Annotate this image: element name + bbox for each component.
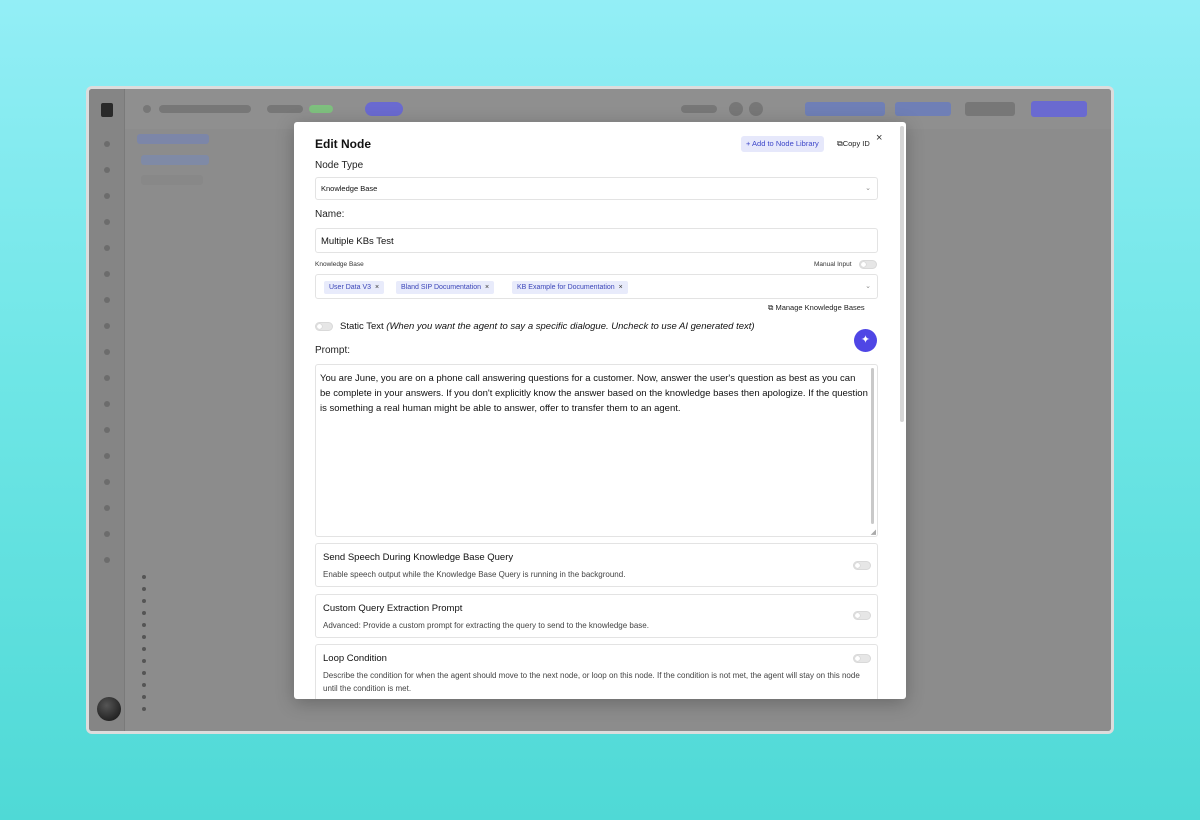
static-text-hint: (When you want the agent to say a specif… <box>386 321 755 332</box>
external-link-icon: ⧉ <box>768 303 774 312</box>
name-value: Multiple KBs Test <box>321 236 394 247</box>
custom-query-option: Custom Query Extraction Prompt Advanced:… <box>315 594 878 638</box>
name-input[interactable]: Multiple KBs Test <box>315 228 878 253</box>
option-title: Send Speech During Knowledge Base Query <box>323 552 514 563</box>
sidebar-icon[interactable] <box>104 505 110 511</box>
node-type-select[interactable]: Knowledge Base ⌄ <box>315 177 878 200</box>
modal-title: Edit Node <box>315 137 371 151</box>
kb-chip[interactable]: KB Example for Documentation × <box>512 281 628 294</box>
sidebar-icon[interactable] <box>104 297 110 303</box>
kb-chip-label: User Data V3 <box>329 284 372 291</box>
manage-knowledge-bases-label: Manage Knowledge Bases <box>775 303 865 312</box>
knowledge-base-label: Knowledge Base <box>315 261 364 268</box>
sidebar-icon[interactable] <box>104 323 110 329</box>
chevron-down-icon: ⌄ <box>865 185 871 192</box>
sidebar-icon[interactable] <box>104 427 110 433</box>
copy-id-button[interactable]: ⧉Copy ID <box>837 139 870 149</box>
loop-condition-option: Loop Condition Describe the condition fo… <box>315 644 878 699</box>
blurred-badge[interactable] <box>365 102 403 116</box>
remove-chip-icon[interactable]: × <box>375 284 379 291</box>
prompt-value: You are June, you are on a phone call an… <box>320 373 868 414</box>
prompt-label: Prompt: <box>315 345 351 356</box>
option-title: Custom Query Extraction Prompt <box>323 603 463 614</box>
blurred-icon-button[interactable] <box>749 102 763 116</box>
sidebar-icon[interactable] <box>104 245 110 251</box>
send-speech-toggle[interactable] <box>853 561 871 570</box>
modal-scrollbar[interactable] <box>900 126 904 422</box>
manage-knowledge-bases-link[interactable]: ⧉ Manage Knowledge Bases <box>768 303 865 313</box>
resize-handle-icon[interactable]: ◢ <box>871 528 876 536</box>
remove-chip-icon[interactable]: × <box>485 284 489 291</box>
manual-input-toggle[interactable] <box>859 260 877 269</box>
sidebar-icon[interactable] <box>104 219 110 225</box>
blurred-breadcrumb <box>159 105 251 113</box>
option-description: Enable speech output while the Knowledge… <box>323 570 626 579</box>
kb-chip[interactable]: User Data V3 × <box>324 281 385 294</box>
knowledge-base-multiselect[interactable]: User Data V3 × Bland SIP Documentation × K… <box>315 274 878 299</box>
loop-condition-toggle[interactable] <box>853 654 871 663</box>
name-label: Name: <box>315 209 345 220</box>
blurred-tag <box>267 105 303 113</box>
sidebar-icon[interactable] <box>104 557 110 563</box>
sidebar-icon[interactable] <box>104 375 110 381</box>
blurred-status <box>309 105 333 113</box>
back-icon[interactable] <box>143 105 151 113</box>
sidebar-icon[interactable] <box>104 453 110 459</box>
option-description: Advanced: Provide a custom prompt for ex… <box>323 621 649 630</box>
prompt-scrollbar[interactable] <box>871 368 874 524</box>
node-type-value: Knowledge Base <box>321 184 378 193</box>
blurred-primary-button[interactable] <box>1031 101 1087 117</box>
sidebar-icon[interactable] <box>104 531 110 537</box>
add-to-node-library-button[interactable]: + Add to Node Library <box>741 136 824 152</box>
close-icon[interactable]: × <box>876 132 882 144</box>
app-logo <box>101 103 113 117</box>
custom-query-toggle[interactable] <box>853 611 871 620</box>
avatar[interactable] <box>97 697 121 721</box>
sidebar-icon[interactable] <box>104 167 110 173</box>
kb-chip[interactable]: Bland SIP Documentation × <box>396 281 495 294</box>
manual-input-label: Manual Input <box>814 261 852 268</box>
sidebar <box>89 89 125 731</box>
option-title: Loop Condition <box>323 653 387 664</box>
blurred-action[interactable] <box>681 105 717 113</box>
blurred-icon-button[interactable] <box>729 102 743 116</box>
sparkle-icon[interactable]: ✦ <box>854 329 877 352</box>
copy-id-label: Copy ID <box>842 139 870 148</box>
static-text-toggle[interactable] <box>315 322 333 331</box>
kb-chip-label: KB Example for Documentation <box>517 284 615 291</box>
kb-chip-label: Bland SIP Documentation <box>401 284 482 291</box>
sidebar-icon[interactable] <box>104 141 110 147</box>
blurred-node[interactable] <box>137 134 209 144</box>
sidebar-icon[interactable] <box>104 271 110 277</box>
prompt-textarea[interactable]: You are June, you are on a phone call an… <box>315 364 878 537</box>
send-speech-option: Send Speech During Knowledge Base Query … <box>315 543 878 587</box>
sidebar-icon[interactable] <box>104 193 110 199</box>
sidebar-icon[interactable] <box>104 401 110 407</box>
remove-chip-icon[interactable]: × <box>619 284 623 291</box>
blurred-node[interactable] <box>141 175 203 185</box>
blurred-node[interactable] <box>141 155 209 165</box>
chevron-down-icon: ⌄ <box>865 283 871 290</box>
static-text-row: Static Text (When you want the agent to … <box>340 321 755 332</box>
sidebar-icon[interactable] <box>104 349 110 355</box>
static-text-label: Static Text <box>340 321 384 332</box>
node-type-label: Node Type <box>315 160 364 171</box>
blurred-button[interactable] <box>965 102 1015 116</box>
edit-node-modal: Edit Node + Add to Node Library ⧉Copy ID… <box>294 122 906 699</box>
option-description: Describe the condition for when the agen… <box>323 671 860 693</box>
blurred-button[interactable] <box>895 102 951 116</box>
blurred-button[interactable] <box>805 102 885 116</box>
sidebar-icon[interactable] <box>104 479 110 485</box>
